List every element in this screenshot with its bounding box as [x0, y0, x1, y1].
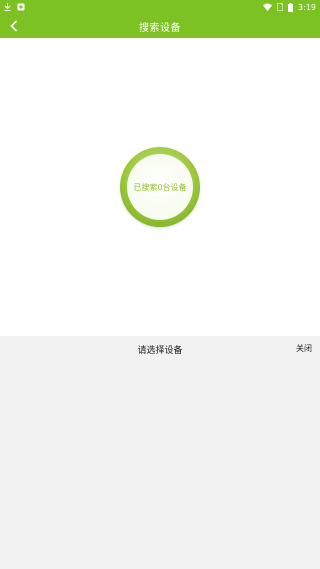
download-icon	[4, 3, 11, 11]
battery-icon	[288, 2, 294, 12]
sim-icon	[277, 3, 284, 11]
device-select-panel: 请选择设备 关闭	[0, 336, 320, 569]
app-notification-icon	[17, 3, 25, 11]
panel-title: 请选择设备	[137, 346, 183, 356]
chevron-left-icon	[10, 20, 18, 32]
scan-inner-circle: 已搜索0台设备	[127, 154, 193, 220]
scan-button[interactable]: 已搜索0台设备	[120, 147, 200, 227]
back-button[interactable]	[4, 14, 24, 38]
status-bar: 3:19	[0, 0, 320, 14]
wifi-icon	[263, 3, 273, 11]
scan-area: 已搜索0台设备	[0, 38, 320, 336]
app-header: 搜索设备	[0, 14, 320, 38]
status-time: 3:19	[298, 2, 316, 12]
device-list	[0, 360, 320, 569]
panel-header: 请选择设备 关闭	[0, 336, 320, 360]
scan-status-text: 已搜索0台设备	[133, 182, 187, 192]
close-button[interactable]: 关闭	[296, 343, 312, 354]
page-title: 搜索设备	[139, 22, 181, 34]
